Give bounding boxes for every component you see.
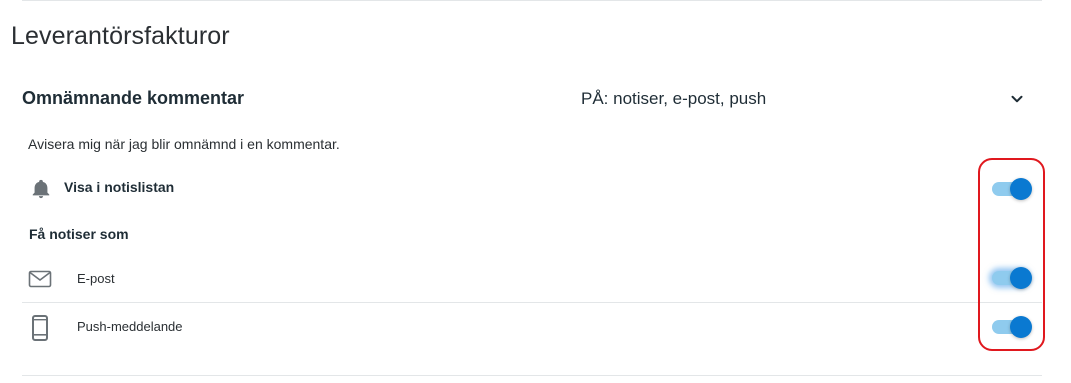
email-row: E-post bbox=[22, 258, 1042, 302]
mail-icon bbox=[28, 270, 52, 288]
setting-name: Omnämnande kommentar bbox=[22, 88, 245, 108]
setting-description: Avisera mig när jag blir omnämnd i en ko… bbox=[28, 136, 340, 152]
channels-heading: Få notiser som bbox=[29, 226, 129, 242]
setting-header-omnamnande[interactable]: Omnämnande kommentar PÅ: notiser, e-post… bbox=[22, 80, 1042, 118]
phone-icon bbox=[32, 315, 48, 341]
notislist-row: Visa i notislistan bbox=[22, 172, 1042, 204]
toggle-highlight-box bbox=[978, 158, 1045, 351]
push-label: Push-meddelande bbox=[77, 319, 183, 334]
push-row: Push-meddelande bbox=[22, 304, 1042, 350]
bell-icon bbox=[32, 179, 50, 199]
notislist-label: Visa i notislistan bbox=[64, 179, 175, 195]
bottom-divider bbox=[22, 375, 1042, 376]
notification-settings-page: Leverantörsfakturor Omnämnande kommentar… bbox=[0, 0, 1071, 383]
chevron-down-icon[interactable] bbox=[1008, 90, 1026, 108]
row-divider bbox=[22, 302, 1042, 303]
section-title: Leverantörsfakturor bbox=[11, 22, 230, 50]
email-label: E-post bbox=[77, 271, 115, 286]
setting-summary: PÅ: notiser, e-post, push bbox=[581, 89, 767, 108]
top-divider bbox=[22, 0, 1042, 1]
